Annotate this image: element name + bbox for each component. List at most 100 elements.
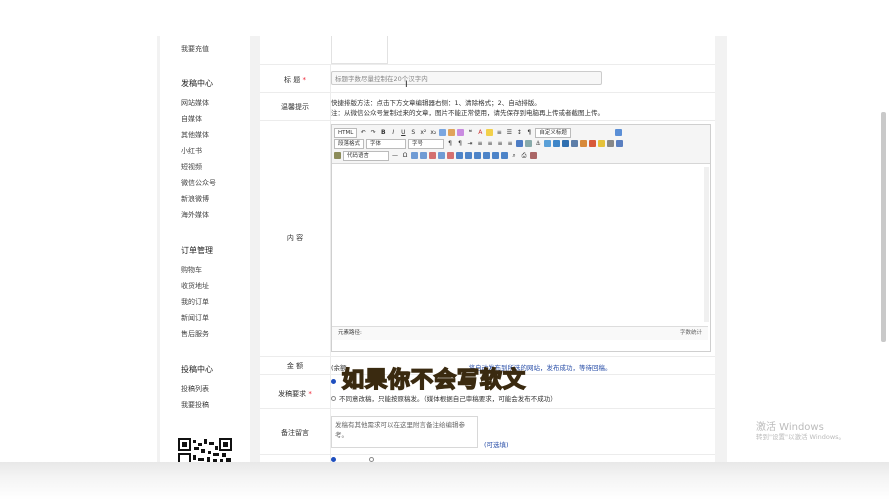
- amount-label: 金 额: [286, 362, 304, 370]
- quote-icon[interactable]: ❝: [466, 129, 474, 137]
- radio-selected-icon[interactable]: [331, 379, 336, 384]
- attachment-icon[interactable]: [580, 140, 588, 147]
- emoji-icon[interactable]: [598, 140, 606, 147]
- sidebar-item-website-media[interactable]: 网站媒体: [181, 98, 209, 108]
- search-icon[interactable]: ⌕: [510, 152, 518, 160]
- ordered-list-icon[interactable]: ≡: [495, 129, 503, 137]
- unordered-list-icon[interactable]: ☰: [505, 129, 513, 137]
- rtl-icon[interactable]: ¶: [456, 140, 464, 148]
- sidebar-section-contribute: 投稿中心: [181, 365, 213, 374]
- sidebar-item-weibo[interactable]: 新浪微博: [181, 194, 209, 204]
- justify-icon[interactable]: ≡: [506, 140, 514, 148]
- underline-icon[interactable]: U: [399, 129, 407, 137]
- merge-right-icon[interactable]: [474, 152, 481, 159]
- insert-col-icon[interactable]: [429, 152, 436, 159]
- editor-scrollbar[interactable]: [704, 167, 709, 322]
- font-color-icon[interactable]: A: [476, 129, 484, 137]
- sidebar-item-wechat[interactable]: 微信公众号: [181, 178, 216, 188]
- bold-icon[interactable]: B: [379, 129, 387, 137]
- sidebar-item-xiaohongshu[interactable]: 小红书: [181, 146, 202, 156]
- page-scrollbar[interactable]: [881, 112, 886, 342]
- split-cells-icon[interactable]: [465, 152, 472, 159]
- horizontal-rule-icon[interactable]: —: [391, 152, 399, 160]
- superscript-icon[interactable]: x²: [419, 129, 427, 137]
- html-source-button[interactable]: HTML: [334, 127, 358, 138]
- sidebar-item-cart[interactable]: 购物车: [181, 265, 202, 275]
- paragraph-spacing-icon[interactable]: ¶: [525, 129, 533, 137]
- font-family-select[interactable]: 字体: [366, 138, 407, 149]
- code-icon[interactable]: [334, 152, 341, 159]
- unlink-icon[interactable]: [525, 140, 533, 147]
- sidebar-item-my-orders[interactable]: 我的订单: [181, 297, 209, 307]
- sidebar-item-after-sales[interactable]: 售后服务: [181, 329, 209, 339]
- sidebar-item-other-media[interactable]: 其他媒体: [181, 130, 209, 140]
- requirement-option-2[interactable]: 不同意改稿，只能按原稿发。（媒体根据自己审稿要求，可能会发布不成功）: [331, 393, 557, 403]
- sidebar-item-contrib-list[interactable]: 投稿列表: [181, 384, 209, 394]
- video-icon[interactable]: [562, 140, 570, 147]
- custom-title-select[interactable]: 自定义标题: [535, 127, 571, 138]
- sidebar-section-orders: 订单管理: [181, 246, 213, 255]
- special-char-icon[interactable]: Ω: [401, 152, 409, 160]
- row-divider: [260, 120, 715, 121]
- rich-text-editor[interactable]: HTML ↶ ↷ B I U S x² x₂ ❝ A ≡ ☰ ↕ ¶ 自定义标题: [331, 124, 711, 352]
- highlight-icon[interactable]: [486, 129, 494, 136]
- align-center-icon[interactable]: ≡: [486, 140, 494, 148]
- map-icon[interactable]: [589, 140, 597, 147]
- fullscreen-icon[interactable]: [614, 129, 622, 136]
- row-divider: [260, 92, 715, 93]
- code-language-select[interactable]: 代码语言: [343, 150, 389, 161]
- indent-icon[interactable]: ⇥: [466, 140, 474, 148]
- sidebar-item-recharge[interactable]: 我要充值: [181, 44, 209, 54]
- sidebar-item-contribute[interactable]: 我要投稿: [181, 400, 209, 410]
- editor-status-bar: 元素路径: 字数统计: [332, 326, 708, 340]
- merge-cells-icon[interactable]: [456, 152, 463, 159]
- table-icon[interactable]: [411, 152, 418, 159]
- redo-icon[interactable]: ↷: [369, 129, 377, 137]
- sidebar-item-address[interactable]: 收货地址: [181, 281, 209, 291]
- sidebar-item-self-media[interactable]: 自媒体: [181, 114, 202, 124]
- subscript-icon[interactable]: x₂: [429, 129, 437, 137]
- undo-icon[interactable]: ↶: [359, 129, 367, 137]
- auto-format-icon[interactable]: [457, 129, 465, 136]
- split-cols-icon[interactable]: [501, 152, 508, 159]
- split-rows-icon[interactable]: [492, 152, 499, 159]
- tip-line-2: 注：从微信公众号复制过来的文章，图片不能正常使用，请先保存到电脑再上传或者截图上…: [331, 109, 604, 117]
- requirement-label: 发稿要求 *: [278, 390, 312, 398]
- clear-format-icon[interactable]: [439, 129, 447, 136]
- link-icon[interactable]: [516, 140, 524, 147]
- music-icon[interactable]: [571, 140, 579, 147]
- ltr-icon[interactable]: ¶: [446, 140, 454, 148]
- print-icon[interactable]: ⎙: [520, 152, 528, 160]
- title-label: 标 题 *: [284, 76, 306, 84]
- merge-down-icon[interactable]: [483, 152, 490, 159]
- requirement-option-1[interactable]: [331, 379, 339, 384]
- submit-form: 标 题 * 标题字数尽量控制在20个汉字内 Ⅰ 温馨提示 快捷排版方法：点击下方…: [260, 36, 715, 464]
- tip-line-1: 快捷排版方法：点击下方文章编辑器右侧：1、清除格式；2、自动排版。: [331, 99, 541, 107]
- align-right-icon[interactable]: ≡: [496, 140, 504, 148]
- template-icon[interactable]: [607, 140, 615, 147]
- multi-image-icon[interactable]: [553, 140, 561, 147]
- row-divider: [260, 356, 715, 357]
- delete-col-icon[interactable]: [447, 152, 454, 159]
- remarks-textarea[interactable]: 发稿有其他需求可以在这里附言备注给编辑参考。: [331, 416, 478, 448]
- format-brush-icon[interactable]: [448, 129, 456, 136]
- insert-frame-icon[interactable]: [616, 140, 624, 147]
- radio-unselected-icon[interactable]: [331, 395, 336, 401]
- anchor-icon[interactable]: ⚓: [534, 140, 542, 148]
- image-icon[interactable]: [544, 140, 552, 147]
- preview-icon[interactable]: [530, 152, 537, 159]
- paragraph-format-select[interactable]: 段落格式: [334, 138, 365, 149]
- title-input[interactable]: 标题字数尽量控制在20个汉字内: [331, 71, 602, 85]
- delete-row-icon[interactable]: [438, 152, 445, 159]
- sidebar-item-overseas[interactable]: 海外媒体: [181, 210, 209, 220]
- sidebar-item-news-orders[interactable]: 新闻订单: [181, 313, 209, 323]
- align-left-icon[interactable]: ≡: [476, 140, 484, 148]
- font-size-select[interactable]: 字号: [408, 138, 445, 149]
- content-label: 内 容: [286, 234, 304, 242]
- line-height-icon[interactable]: ↕: [515, 129, 523, 137]
- insert-row-icon[interactable]: [420, 152, 427, 159]
- sidebar-item-short-video[interactable]: 短视频: [181, 162, 202, 172]
- strikethrough-icon[interactable]: S: [409, 129, 417, 137]
- editor-content-area[interactable]: [332, 164, 710, 324]
- italic-icon[interactable]: I: [389, 129, 397, 137]
